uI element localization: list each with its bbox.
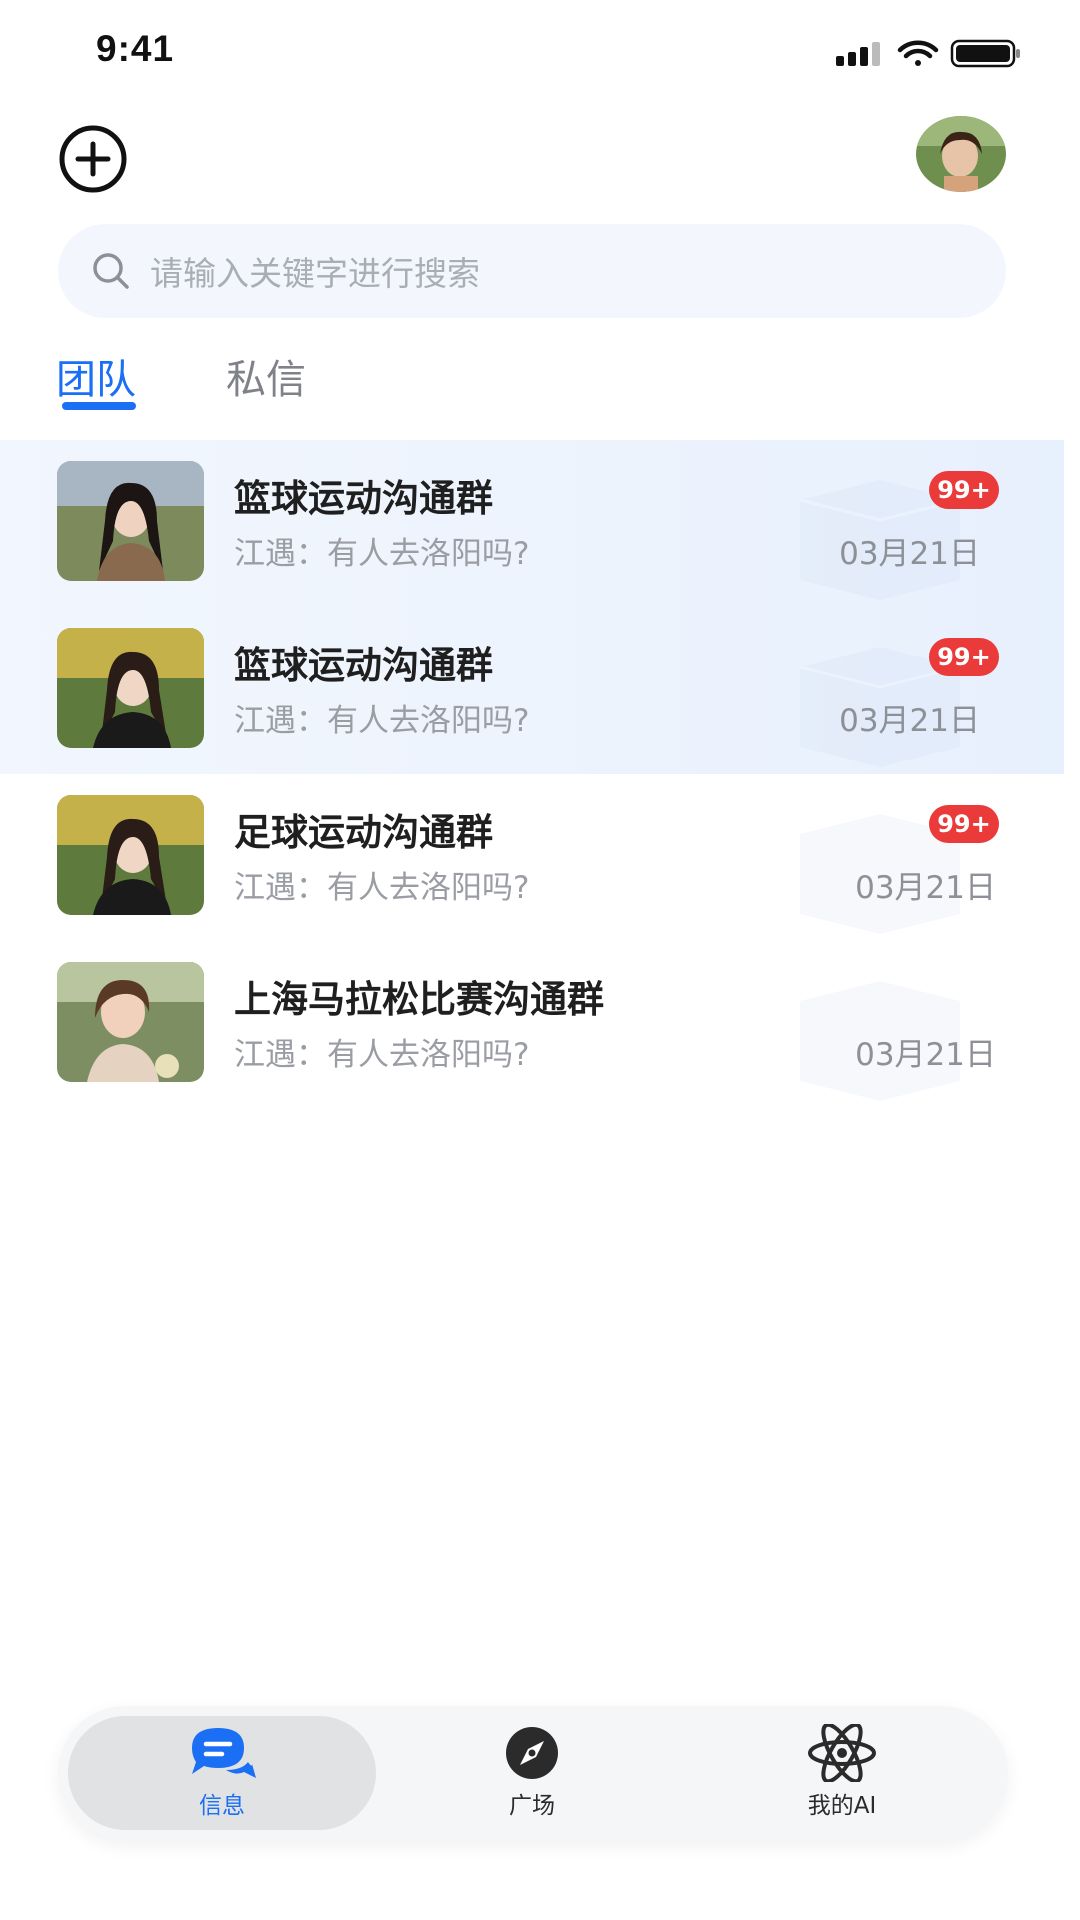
status-bar: 9:41 [0, 0, 1080, 100]
group-avatar [57, 795, 204, 915]
conversation-title: 篮球运动沟通群 [234, 644, 493, 687]
nav-item-my-ai[interactable]: 我的AI [742, 1724, 942, 1824]
wifi-icon [897, 40, 939, 66]
conversation-last-message: 江遇：有人去洛阳吗? [234, 536, 530, 572]
conversation-date: 03月21日 [839, 536, 980, 572]
bottom-nav: 信息 广场 我的AI [58, 1706, 1008, 1840]
conversation-last-message: 江遇：有人去洛阳吗? [234, 703, 530, 739]
atom-icon [808, 1724, 876, 1782]
unread-badge: 99+ [929, 471, 999, 509]
add-button[interactable] [58, 124, 128, 194]
plus-circle-icon [59, 125, 127, 193]
conversation-title: 上海马拉松比赛沟通群 [234, 978, 604, 1021]
list-item[interactable]: 上海马拉松比赛沟通群 江遇：有人去洛阳吗? 03月21日 [0, 941, 1080, 1108]
group-avatar [57, 461, 204, 581]
status-time: 9:41 [96, 28, 175, 69]
search-placeholder: 请输入关键字进行搜索 [150, 254, 480, 293]
nav-item-plaza[interactable]: 广场 [432, 1724, 632, 1824]
tab-private-message[interactable]: 私信 [226, 347, 306, 405]
conversation-title: 篮球运动沟通群 [234, 477, 493, 520]
tab-active-indicator [62, 402, 136, 410]
compass-icon [506, 1727, 558, 1779]
user-avatar[interactable] [916, 116, 1006, 192]
nav-item-messages[interactable]: 信息 [122, 1724, 322, 1824]
conversation-last-message: 江遇：有人去洛阳吗? [234, 1037, 530, 1073]
list-item[interactable]: 足球运动沟通群 江遇：有人去洛阳吗? 03月21日 99+ [0, 774, 1080, 941]
conversation-list: 篮球运动沟通群 江遇：有人去洛阳吗? 03月21日 99+ 篮球运动沟通群 江遇… [0, 440, 1080, 1108]
conversation-date: 03月21日 [855, 1037, 996, 1073]
chat-bubble-icon [192, 1728, 256, 1778]
nav-label: 我的AI [807, 1793, 877, 1819]
tab-team[interactable]: 团队 [56, 347, 136, 405]
unread-badge: 99+ [929, 805, 999, 843]
list-item[interactable]: 篮球运动沟通群 江遇：有人去洛阳吗? 03月21日 99+ [0, 440, 1064, 607]
conversation-date: 03月21日 [855, 870, 996, 906]
search-icon [93, 253, 129, 289]
status-icons [824, 38, 1024, 68]
conversation-last-message: 江遇：有人去洛阳吗? [234, 870, 530, 906]
conversation-title: 足球运动沟通群 [234, 811, 493, 854]
battery-icon [950, 39, 1020, 68]
list-item[interactable]: 篮球运动沟通群 江遇：有人去洛阳吗? 03月21日 99+ [0, 607, 1064, 774]
nav-label: 信息 [199, 1793, 245, 1819]
cellular-signal-icon [836, 42, 880, 66]
unread-badge: 99+ [929, 638, 999, 676]
conversation-date: 03月21日 [839, 703, 980, 739]
group-avatar [57, 628, 204, 748]
search-bar[interactable]: 请输入关键字进行搜索 [58, 224, 1006, 318]
nav-label: 广场 [509, 1793, 555, 1819]
group-avatar [57, 962, 204, 1082]
